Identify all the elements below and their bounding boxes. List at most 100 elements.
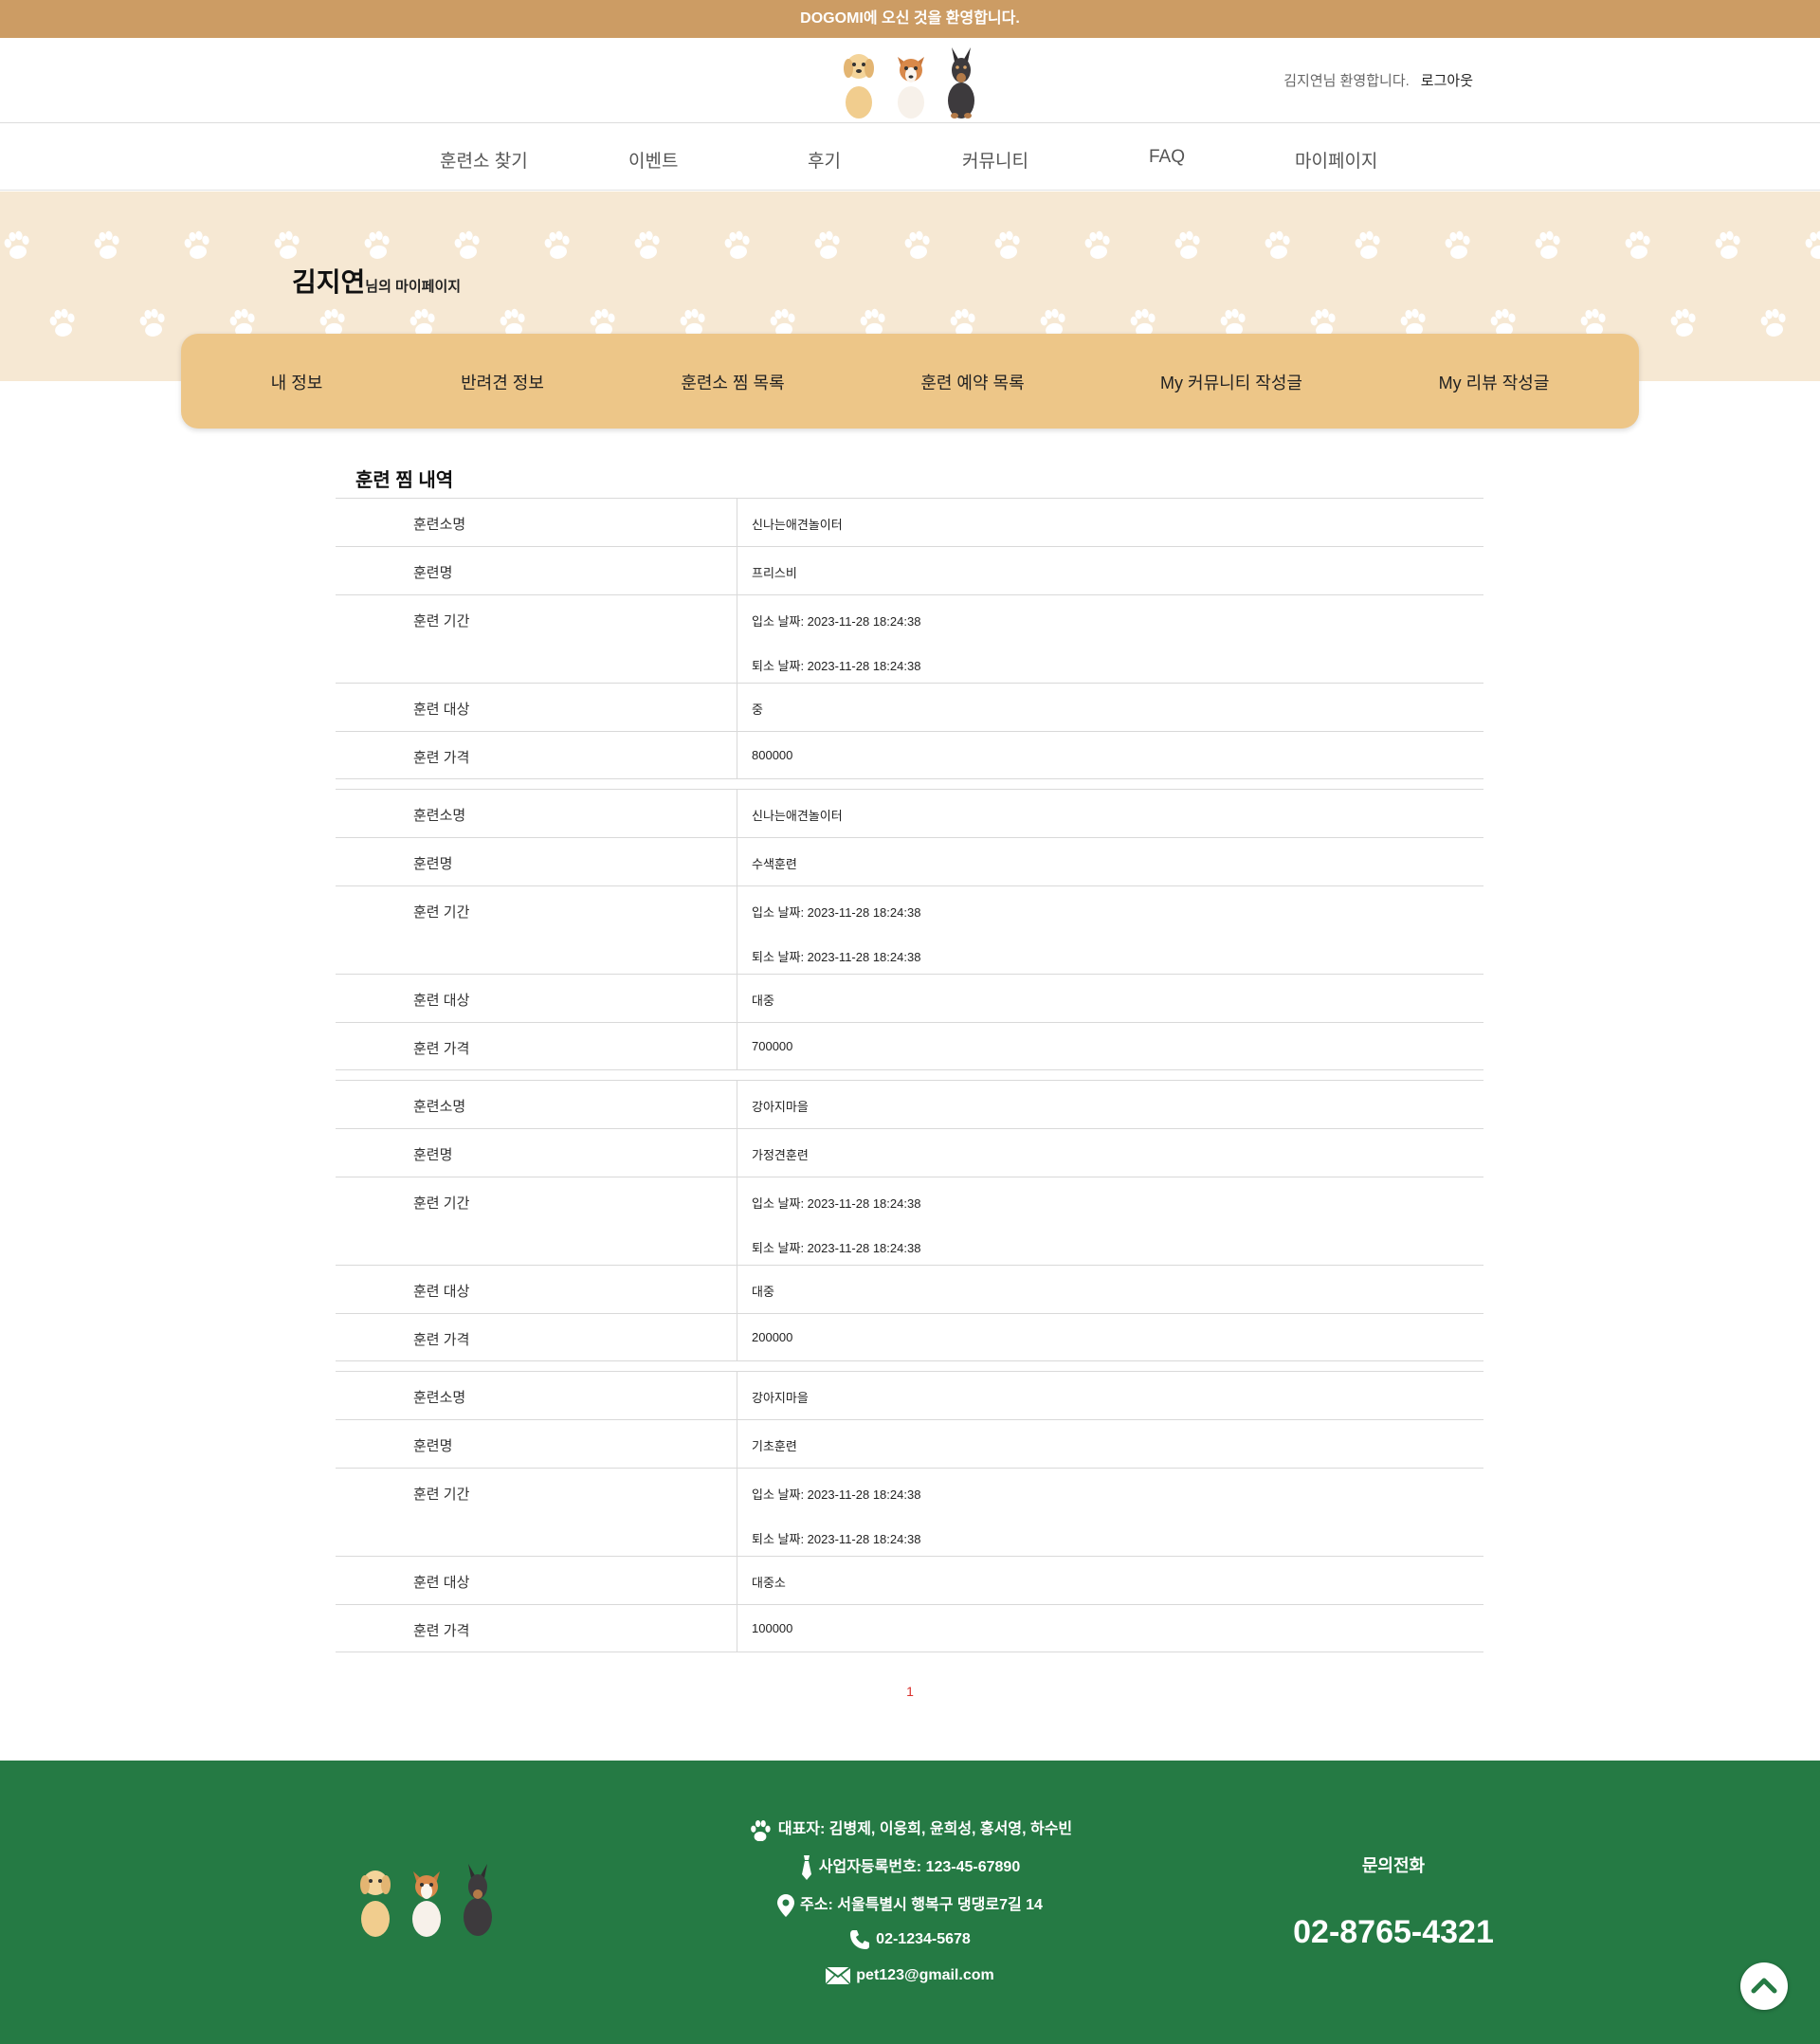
footer-phone: 02-1234-5678: [664, 1929, 1156, 1950]
footer-dogs-logo-icon: [360, 1864, 492, 1937]
tab-pet-info[interactable]: 반려견 정보: [461, 370, 544, 394]
tab-reservations[interactable]: 훈련 예약 목록: [920, 370, 1024, 394]
phone-text: 02-1234-5678: [876, 1931, 971, 1948]
label-program: 훈련명: [336, 1129, 737, 1177]
user-area: 김지연님 환영합니다. 로그아웃: [1283, 70, 1473, 90]
table-row: 훈련명 수색훈련: [336, 837, 1483, 885]
chevron-up-icon: [1751, 1978, 1777, 1994]
value-price: 700000: [752, 1039, 793, 1053]
table-row: 훈련 가격 100000: [336, 1604, 1483, 1652]
phone-icon: [850, 1930, 870, 1949]
value-end-date: 퇴소 날짜: 2023-11-28 18:24:38: [752, 1241, 921, 1255]
label-program: 훈련명: [336, 1420, 737, 1468]
welcome-banner: DOGOMI에 오신 것을 환영합니다.: [0, 0, 1820, 38]
page-link-current[interactable]: 1: [906, 1684, 914, 1699]
value-start-date: 입소 날짜: 2023-11-28 18:24:38: [752, 1196, 921, 1211]
label-program: 훈련명: [336, 838, 737, 885]
label-center: 훈련소명: [336, 1372, 737, 1419]
label-center: 훈련소명: [336, 790, 737, 837]
value-period: 입소 날짜: 2023-11-28 18:24:38 퇴소 날짜: 2023-1…: [737, 595, 1483, 683]
value-target: 대중: [752, 994, 774, 1008]
footer-business-no: 사업자등록번호: 123-45-67890: [664, 1853, 1156, 1880]
label-target: 훈련 대상: [336, 1266, 737, 1313]
mail-icon: [826, 1967, 851, 1984]
nav-item-faq[interactable]: FAQ: [1149, 147, 1185, 168]
site-footer: 대표자: 김병제, 이웅희, 윤희성, 홍서영, 하수빈 사업자등록번호: 12…: [0, 1761, 1820, 2044]
value-start-date: 입소 날짜: 2023-11-28 18:24:38: [752, 614, 921, 629]
address-text: 주소: 서울특별시 행복구 댕댕로7길 14: [800, 1897, 1043, 1913]
table-row: 훈련 대상 대중: [336, 974, 1483, 1022]
tab-my-reviews[interactable]: My 리뷰 작성글: [1439, 370, 1550, 394]
table-row: 훈련 가격 700000: [336, 1022, 1483, 1070]
label-price: 훈련 가격: [336, 1314, 737, 1360]
value-start-date: 입소 날짜: 2023-11-28 18:24:38: [752, 1487, 921, 1502]
wishlist-item: 훈련소명 강아지마을 훈련명 기초훈련 훈련 기간 입소 날짜: 2023-11…: [336, 1371, 1483, 1652]
nav-item-find-center[interactable]: 훈련소 찾기: [440, 147, 528, 173]
value-price: 100000: [752, 1621, 793, 1635]
label-period: 훈련 기간: [336, 1469, 737, 1556]
table-row: 훈련명 기초훈련: [336, 1419, 1483, 1468]
user-name: 김지연: [292, 267, 366, 297]
tab-my-info[interactable]: 내 정보: [271, 370, 323, 394]
label-program: 훈련명: [336, 547, 737, 594]
value-center: 신나는애견놀이터: [752, 809, 843, 823]
table-row: 훈련 대상 대중소: [336, 1556, 1483, 1604]
pagination: 1: [0, 1684, 1820, 1699]
location-pin-icon: [777, 1893, 795, 1917]
label-target: 훈련 대상: [336, 1557, 737, 1604]
table-row: 훈련명 프리스비: [336, 546, 1483, 594]
table-row: 훈련소명 신나는애견놀이터: [336, 789, 1483, 837]
logout-link[interactable]: 로그아웃: [1421, 70, 1473, 90]
value-target: 중: [752, 703, 763, 717]
label-price: 훈련 가격: [336, 1605, 737, 1652]
nav-item-review[interactable]: 후기: [808, 147, 841, 173]
table-row: 훈련 기간 입소 날짜: 2023-11-28 18:24:38 퇴소 날짜: …: [336, 885, 1483, 974]
value-period: 입소 날짜: 2023-11-28 18:24:38 퇴소 날짜: 2023-1…: [737, 886, 1483, 974]
value-end-date: 퇴소 날짜: 2023-11-28 18:24:38: [752, 1532, 921, 1546]
table-row: 훈련 대상 대중: [336, 1265, 1483, 1313]
label-target: 훈련 대상: [336, 975, 737, 1022]
table-row: 훈련소명 강아지마을: [336, 1371, 1483, 1419]
label-period: 훈련 기간: [336, 595, 737, 683]
table-row: 훈련 기간 입소 날짜: 2023-11-28 18:24:38 퇴소 날짜: …: [336, 594, 1483, 683]
business-no-text: 사업자등록번호: 123-45-67890: [818, 1859, 1021, 1875]
value-target: 대중소: [752, 1576, 786, 1590]
tab-my-community-posts[interactable]: My 커뮤니티 작성글: [1160, 370, 1302, 394]
contact-phone: 02-8765-4321: [1293, 1914, 1494, 1950]
mypage-tabs: 내 정보 반려견 정보 훈련소 찜 목록 훈련 예약 목록 My 커뮤니티 작성…: [181, 334, 1639, 429]
value-program: 기초훈련: [752, 1439, 797, 1453]
section-title: 훈련 찜 내역: [355, 470, 454, 491]
representatives-text: 대표자: 김병제, 이웅희, 윤희성, 홍서영, 하수빈: [777, 1821, 1073, 1837]
table-row: 훈련소명 신나는애견놀이터: [336, 498, 1483, 546]
welcome-user-text: 김지연님 환영합니다.: [1283, 73, 1410, 89]
label-price: 훈련 가격: [336, 1023, 737, 1069]
value-program: 수색훈련: [752, 857, 797, 871]
table-row: 훈련 기간 입소 날짜: 2023-11-28 18:24:38 퇴소 날짜: …: [336, 1468, 1483, 1556]
scroll-top-button[interactable]: [1740, 1962, 1788, 2010]
label-center: 훈련소명: [336, 1081, 737, 1128]
table-row: 훈련 가격 800000: [336, 731, 1483, 779]
value-start-date: 입소 날짜: 2023-11-28 18:24:38: [752, 905, 921, 920]
tab-center-wishlist[interactable]: 훈련소 찜 목록: [681, 370, 784, 394]
nav-item-mypage[interactable]: 마이페이지: [1295, 147, 1377, 173]
value-center: 강아지마을: [752, 1100, 809, 1114]
footer-email: pet123@gmail.com: [664, 1967, 1156, 1984]
label-period: 훈련 기간: [336, 886, 737, 974]
table-row: 훈련 대상 중: [336, 683, 1483, 731]
nav-item-event[interactable]: 이벤트: [628, 147, 678, 173]
label-period: 훈련 기간: [336, 1177, 737, 1265]
footer-representatives: 대표자: 김병제, 이웅희, 윤희성, 홍서영, 하수빈: [664, 1816, 1156, 1841]
table-row: 훈련명 가정견훈련: [336, 1128, 1483, 1177]
contact-title: 문의전화: [1361, 1856, 1426, 1875]
value-center: 강아지마을: [752, 1391, 809, 1405]
label-center: 훈련소명: [336, 499, 737, 546]
wishlist-item: 훈련소명 강아지마을 훈련명 가정견훈련 훈련 기간 입소 날짜: 2023-1…: [336, 1080, 1483, 1361]
page-title: 김지연님의 마이페이지: [292, 262, 461, 300]
dogs-logo-icon[interactable]: [840, 44, 982, 119]
footer-address: 주소: 서울특별시 행복구 댕댕로7길 14: [664, 1891, 1156, 1917]
value-price: 800000: [752, 748, 793, 762]
label-price: 훈련 가격: [336, 732, 737, 778]
nav-item-community[interactable]: 커뮤니티: [962, 147, 1028, 173]
table-row: 훈련 가격 200000: [336, 1313, 1483, 1361]
label-target: 훈련 대상: [336, 684, 737, 731]
